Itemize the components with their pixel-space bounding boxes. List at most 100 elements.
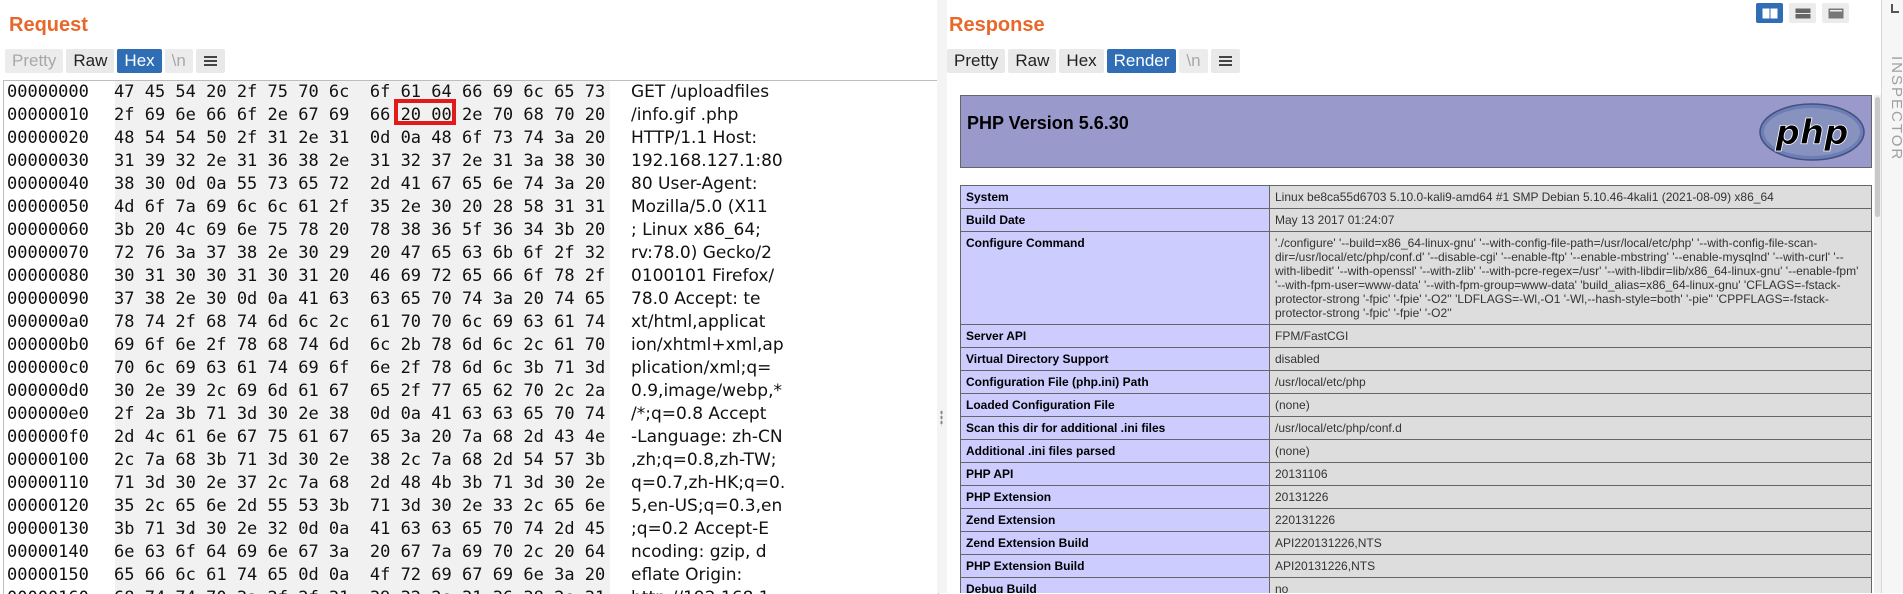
hex-ascii[interactable]: 78.0 Accept: te [631, 288, 760, 311]
hex-bytes[interactable]: 69 6f 6e 2f 78 68 74 6d 6c 2b 78 6d 6c 2… [114, 334, 605, 357]
hex-bytes[interactable]: 37 38 2e 30 0d 0a 41 63 63 65 70 74 3a 2… [114, 288, 605, 311]
rendered-phpinfo[interactable]: PHP Version 5.6.30 php System Linux be8ca… [954, 95, 1877, 593]
hex-viewer[interactable]: 00000000 47 45 54 20 2f 75 70 6c 6f 61 64… [3, 80, 939, 594]
hex-row[interactable]: 00000050 4d 6f 7a 69 6c 6c 61 2f 35 2e 30… [4, 196, 938, 219]
hex-row[interactable]: 00000060 3b 20 4c 69 6e 75 78 20 78 38 36… [4, 219, 938, 242]
table-row: Zend Extension 220131226 [960, 508, 1872, 532]
hamburger-icon[interactable] [195, 49, 225, 73]
single-pane-icon[interactable] [1822, 3, 1849, 23]
hex-bytes[interactable]: 3b 20 4c 69 6e 75 78 20 78 38 36 5f 36 3… [114, 219, 605, 242]
hex-bytes[interactable]: 2f 69 6e 66 6f 2e 67 69 66 20 00 2e 70 6… [114, 104, 605, 127]
response-tab-raw[interactable]: Raw [1008, 49, 1057, 73]
row-value: /usr/local/etc/php [1269, 370, 1872, 394]
hex-ascii[interactable]: Mozilla/5.0 (X11 [631, 196, 768, 219]
hex-row[interactable]: 000000c0 70 6c 69 63 61 74 69 6f 6e 2f 78… [4, 357, 938, 380]
split-horizontal-icon[interactable] [1756, 3, 1783, 23]
hex-bytes[interactable]: 3b 71 3d 30 2e 32 0d 0a 41 63 63 65 70 7… [114, 518, 605, 541]
hex-bytes[interactable]: 35 2c 65 6e 2d 55 53 3b 71 3d 30 2e 33 2… [114, 495, 605, 518]
hex-ascii[interactable]: GET /uploadfiles [631, 81, 769, 104]
hex-ascii[interactable]: 0100101 Firefox/ [631, 265, 774, 288]
request-tab-raw[interactable]: Raw [66, 49, 115, 73]
hex-bytes[interactable]: 30 2e 39 2c 69 6d 61 67 65 2f 77 65 62 7… [114, 380, 605, 403]
row-value: 220131226 [1269, 508, 1872, 532]
hex-bytes[interactable]: 30 31 30 30 31 30 31 20 46 69 72 65 66 6… [114, 265, 605, 288]
hex-row[interactable]: 00000010 2f 69 6e 66 6f 2e 67 69 66 20 00… [4, 104, 938, 127]
hex-row[interactable]: 00000080 30 31 30 30 31 30 31 20 46 69 72… [4, 265, 938, 288]
hex-ascii[interactable]: plication/xml;q= [631, 357, 771, 380]
hex-offset: 00000120 [7, 496, 89, 516]
hex-ascii[interactable]: xt/html,applicat [631, 311, 765, 334]
hex-row[interactable]: 000000f0 2d 4c 61 6e 67 75 61 67 65 3a 20… [4, 426, 938, 449]
hex-ascii[interactable]: q=0.7,zh-HK;q=0. [631, 472, 785, 495]
php-version-title: PHP Version 5.6.30 [967, 113, 1129, 133]
response-tab-render[interactable]: Render [1106, 49, 1177, 73]
hex-ascii[interactable]: -Language: zh-CN [631, 426, 783, 449]
hex-ascii[interactable]: ncoding: gzip, d [631, 541, 767, 564]
hex-ascii[interactable]: /*;q=0.8 Accept [631, 403, 766, 426]
hex-ascii[interactable]: ,zh;q=0.8,zh-TW; [631, 449, 777, 472]
hex-row[interactable]: 00000020 48 54 54 50 2f 31 2e 31 0d 0a 48… [4, 127, 938, 150]
hex-row[interactable]: 00000090 37 38 2e 30 0d 0a 41 63 63 65 70… [4, 288, 938, 311]
table-row: PHP Extension Build API20131226,NTS [960, 554, 1872, 578]
hex-ascii[interactable]: 80 User-Agent: [631, 173, 758, 196]
hex-row[interactable]: 000000b0 69 6f 6e 2f 78 68 74 6d 6c 2b 78… [4, 334, 938, 357]
hex-ascii[interactable]: eflate Origin: [631, 564, 742, 587]
hex-row[interactable]: 000000e0 2f 2a 3b 71 3d 30 2e 38 0d 0a 41… [4, 403, 938, 426]
hex-ascii[interactable]: /info.gif .php [631, 104, 738, 127]
hex-row[interactable]: 00000000 47 45 54 20 2f 75 70 6c 6f 61 64… [4, 81, 938, 104]
hex-bytes[interactable]: 70 6c 69 63 61 74 69 6f 6e 2f 78 6d 6c 3… [114, 357, 605, 380]
hex-row[interactable]: 00000130 3b 71 3d 30 2e 32 0d 0a 41 63 63… [4, 518, 938, 541]
pane-splitter[interactable] [937, 0, 947, 593]
inspector-collapse-icon[interactable] [1886, 4, 1900, 22]
request-tab-hex[interactable]: Hex [117, 49, 162, 73]
split-vertical-icon[interactable] [1789, 3, 1816, 23]
request-toolbar: Pretty Raw Hex \n [5, 49, 225, 73]
hex-bytes[interactable]: 78 74 2f 68 74 6d 6c 2c 61 70 70 6c 69 6… [114, 311, 605, 334]
hex-row[interactable]: 00000120 35 2c 65 6e 2d 55 53 3b 71 3d 30… [4, 495, 938, 518]
hex-bytes[interactable]: 4d 6f 7a 69 6c 6c 61 2f 35 2e 30 20 28 5… [114, 196, 605, 219]
hex-bytes[interactable]: 48 54 54 50 2f 31 2e 31 0d 0a 48 6f 73 7… [114, 127, 605, 150]
hex-row[interactable]: 00000140 6e 63 6f 64 69 6e 67 3a 20 67 7a… [4, 541, 938, 564]
response-tab-hex[interactable]: Hex [1059, 49, 1104, 73]
hex-bytes[interactable]: 47 45 54 20 2f 75 70 6c 6f 61 64 66 69 6… [114, 81, 605, 104]
hex-bytes[interactable]: 31 39 32 2e 31 36 38 2e 31 32 37 2e 31 3… [114, 150, 605, 173]
hex-ascii[interactable]: rv:78.0) Gecko/2 [631, 242, 772, 265]
inspector-rail[interactable]: INSPECTOR [1881, 0, 1903, 593]
response-tab-n[interactable]: \n [1179, 49, 1208, 73]
hex-ascii[interactable]: 0.9,image/webp,* [631, 380, 782, 403]
response-scrollbar[interactable] [1874, 95, 1881, 593]
table-row: Scan this dir for additional .ini files /… [960, 416, 1872, 440]
hex-bytes[interactable]: 2f 2a 3b 71 3d 30 2e 38 0d 0a 41 63 63 6… [114, 403, 605, 426]
request-tab-pretty[interactable]: Pretty [5, 49, 64, 73]
hex-row[interactable]: 00000150 65 66 6c 61 74 65 0d 0a 4f 72 69… [4, 564, 938, 587]
hex-bytes[interactable]: 6e 63 6f 64 69 6e 67 3a 20 67 7a 69 70 2… [114, 541, 605, 564]
hex-row[interactable]: 00000040 38 30 0d 0a 55 73 65 72 2d 41 67… [4, 173, 938, 196]
hex-bytes[interactable]: 72 76 3a 37 38 2e 30 29 20 47 65 63 6b 6… [114, 242, 605, 265]
hex-row[interactable]: 00000070 72 76 3a 37 38 2e 30 29 20 47 65… [4, 242, 938, 265]
hamburger-icon[interactable] [1210, 49, 1240, 73]
hex-row[interactable]: 00000030 31 39 32 2e 31 36 38 2e 31 32 37… [4, 150, 938, 173]
hex-row[interactable]: 00000110 71 3d 30 2e 37 2c 7a 68 2d 48 4b… [4, 472, 938, 495]
hex-ascii[interactable]: ion/xhtml+xml,ap [631, 334, 784, 357]
table-row: Configuration File (php.ini) Path/usr/lo… [960, 370, 1872, 394]
hex-row[interactable]: 000000a0 78 74 2f 68 74 6d 6c 2c 61 70 70… [4, 311, 938, 334]
scrollbar-thumb[interactable] [1875, 97, 1880, 217]
table-row: Loaded Configuration File (none) [960, 393, 1872, 417]
row-value: disabled [1269, 347, 1872, 371]
hex-ascii[interactable]: 192.168.127.1:80 [631, 150, 783, 173]
hex-ascii[interactable]: 5,en-US;q=0.3,en [631, 495, 782, 518]
hex-bytes[interactable]: 38 30 0d 0a 55 73 65 72 2d 41 67 65 6e 7… [114, 173, 605, 196]
hex-bytes[interactable]: 2d 4c 61 6e 67 75 61 67 65 3a 20 7a 68 2… [114, 426, 605, 449]
hex-row[interactable]: 00000100 2c 7a 68 3b 71 3d 30 2e 38 2c 7a… [4, 449, 938, 472]
hex-ascii[interactable]: ;q=0.2 Accept-E [631, 518, 769, 541]
hex-bytes[interactable]: 65 66 6c 61 74 65 0d 0a 4f 72 69 67 69 6… [114, 564, 605, 587]
hex-ascii[interactable]: HTTP/1.1 Host: [631, 127, 757, 150]
hex-bytes[interactable]: 2c 7a 68 3b 71 3d 30 2e 38 2c 7a 68 2d 5… [114, 449, 605, 472]
row-value: Linux be8ca55d6703 5.10.0-kali9-amd64 #1… [1269, 185, 1872, 209]
hex-bytes[interactable]: 71 3d 30 2e 37 2c 7a 68 2d 48 4b 3b 71 3… [114, 472, 605, 495]
hex-ascii[interactable]: ; Linux x86_64; [631, 219, 761, 242]
hex-row[interactable]: 000000d0 30 2e 39 2c 69 6d 61 67 65 2f 77… [4, 380, 938, 403]
request-tab-n[interactable]: \n [164, 49, 193, 73]
response-tab-pretty[interactable]: Pretty [947, 49, 1006, 73]
row-key: Additional .ini files parsed [960, 439, 1270, 463]
